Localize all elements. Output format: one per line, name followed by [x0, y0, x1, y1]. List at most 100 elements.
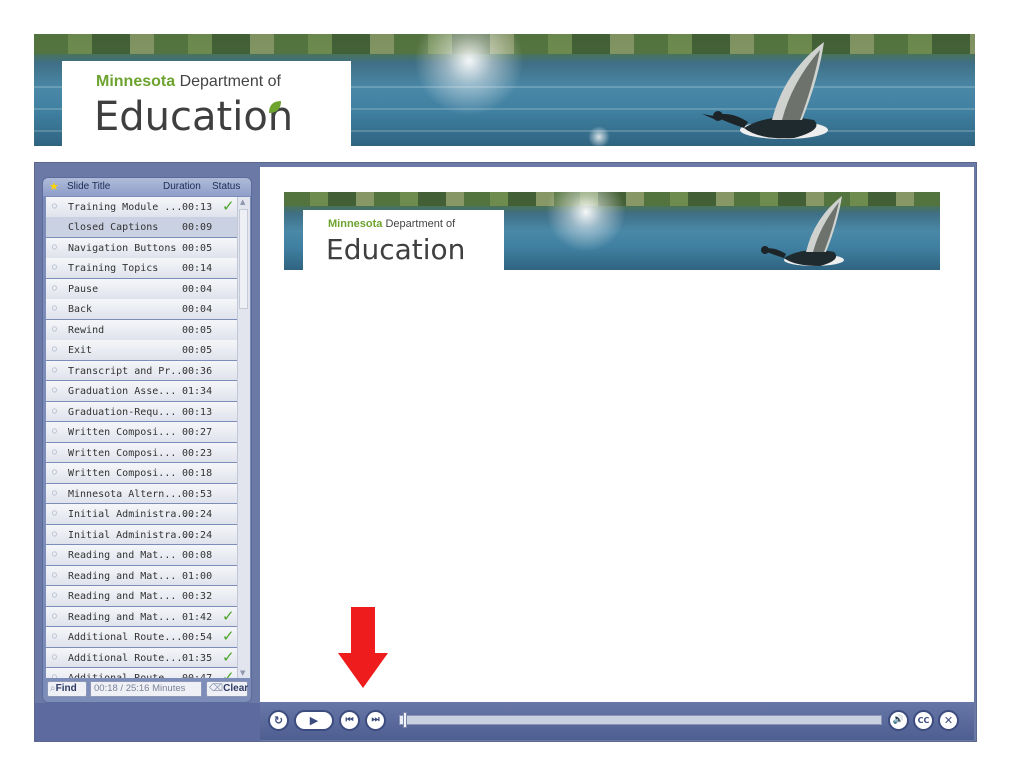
player-footer-left [35, 703, 260, 741]
slide-list-row[interactable]: ○ Reading and Mat... 01:42 ✓ [46, 606, 237, 627]
slide-title: Written Composi... [68, 427, 177, 439]
slide-duration: 00:09 [182, 222, 213, 234]
slide-list-row[interactable]: ○ Training Topics 00:14 [46, 258, 237, 279]
checkmark-icon: ✓ [222, 606, 235, 625]
bullet-icon: ○ [52, 569, 57, 579]
light-glint [588, 126, 610, 146]
slide-duration: 00:23 [182, 447, 213, 459]
bullet-icon: ○ [52, 303, 57, 313]
checkmark-icon: ✓ [222, 627, 235, 646]
close-icon[interactable]: ✕ [938, 710, 959, 731]
bullet-icon: ○ [52, 201, 57, 210]
checkmark-icon: ✓ [222, 197, 235, 215]
bullet-icon: ○ [52, 426, 57, 436]
slide-title: Initial Administra... [68, 509, 195, 521]
checkmark-icon: ✓ [222, 647, 235, 666]
slide-list-row[interactable]: ○ Additional Route...00:47 ✓ [46, 668, 237, 678]
find-button[interactable]: ⌕Find [47, 681, 87, 697]
slide-title: Back [68, 304, 93, 316]
slide-title: Graduation-Requ... [68, 406, 177, 418]
slide-duration: 00:24 [182, 509, 213, 521]
bullet-icon: ○ [52, 241, 57, 251]
slide-duration: 00:32 [182, 591, 213, 603]
slide-duration: 01:35 [182, 652, 213, 664]
bullet-icon: ○ [52, 549, 57, 559]
slide-title: Rewind [68, 324, 105, 336]
bullet-icon: ○ [52, 610, 57, 620]
column-status[interactable]: Status [212, 181, 240, 192]
slide-title: Minnesota Altern... [68, 488, 183, 500]
slide-duration: 00:08 [182, 550, 213, 562]
slide-list-row[interactable]: ○ Pause 00:04 [46, 278, 237, 299]
loon-bird-image [761, 196, 844, 266]
slide-list-row[interactable]: ○ Additional Route... 01:35 ✓ [46, 647, 237, 668]
red-down-arrow [338, 607, 388, 688]
bullet-icon: ○ [52, 323, 57, 333]
slide-duration: 00:54 [182, 632, 213, 644]
checkmark-icon: ✓ [222, 668, 235, 678]
next-slide-icon[interactable]: ⏭ [365, 710, 386, 731]
slide-list-row[interactable]: ○ Graduation-Requ... 00:13 [46, 401, 237, 422]
sun-glare [414, 34, 524, 116]
slide-list-row[interactable]: ○ Exit 00:05 [46, 340, 237, 360]
slide-duration: 00:24 [182, 529, 213, 541]
column-duration[interactable]: Duration [163, 181, 201, 192]
slide-list-row[interactable]: ○ Written Composi... 00:27 [46, 422, 237, 442]
slide-duration: 00:05 [182, 345, 213, 357]
slide-banner-image: Minnesota Department of Education [284, 192, 940, 270]
slide-title: Written Composi... [68, 447, 177, 459]
column-slide-title[interactable]: Slide Title [67, 181, 110, 192]
slide-duration: 01:34 [182, 386, 213, 398]
loon-bird-image [702, 42, 828, 139]
slide-list-row[interactable]: ○ Written Composi... 00:18 [46, 463, 237, 483]
slide-title: Additional Route... [68, 673, 182, 678]
slide-list-scrollbar[interactable]: ▲ ▼ [237, 197, 250, 678]
slide-duration: 00:13 [182, 202, 213, 213]
slide-list-row[interactable]: ○ Transcript and Pr... 00:36 [46, 360, 237, 381]
slide-list-footer: ⌕Find 00:18 / 25:16 Minutes ⌫Clear [47, 681, 248, 699]
slide-list-row[interactable]: ○ Navigation Buttons 00:05 [46, 237, 237, 258]
logo-department-text: Department of [179, 73, 281, 90]
logo-department-text: Department of [385, 218, 456, 230]
seek-handle[interactable] [402, 712, 407, 728]
slide-list-row[interactable]: ○ Training Module ... 00:13 ✓ [46, 197, 237, 217]
scroll-up-icon[interactable]: ▲ [240, 198, 245, 206]
slide-title: Reading and Mat... [68, 591, 177, 603]
bullet-icon: ○ [52, 651, 57, 661]
scrollbar-thumb[interactable] [239, 209, 248, 309]
slide-title: Graduation Asse... [68, 386, 177, 398]
previous-slide-icon[interactable]: ⏮ [339, 710, 360, 731]
replay-icon[interactable]: ↻ [268, 710, 289, 731]
slide-title: Transcript and Pr... [68, 365, 189, 377]
seek-bar[interactable] [399, 712, 882, 728]
closed-captions-button[interactable]: CC [913, 710, 934, 731]
slide-list-header: ★ Slide Title Duration Status [43, 178, 251, 196]
bullet-icon: ○ [52, 344, 57, 354]
slide-list-row[interactable]: ○ Reading and Mat... 01:00 [46, 565, 237, 586]
slide-list-row[interactable]: ○ Minnesota Altern... 00:53 [46, 483, 237, 504]
logo-state-name: Minnesota [328, 218, 383, 230]
playback-controls: ↻ ▶ ⏮ ⏭ 🔊 CC ✕ [260, 702, 974, 740]
slide-title: Closed Captions [68, 222, 159, 234]
slide-list-row[interactable]: ○ Graduation Asse... 01:34 [46, 381, 237, 401]
volume-icon[interactable]: 🔊 [888, 710, 909, 731]
slide-list-row[interactable]: ○ Initial Administra... 00:24 [46, 504, 237, 524]
slide-list-row[interactable]: ○ Rewind 00:05 [46, 319, 237, 340]
bullet-icon: ○ [52, 405, 57, 415]
slide-list-row[interactable]: ○ Written Composi... 00:23 [46, 442, 237, 463]
slide-list-panel: ★ Slide Title Duration Status ○ Training … [42, 177, 252, 703]
scroll-down-icon[interactable]: ▼ [240, 669, 245, 677]
slide-list-row[interactable]: ○ Reading and Mat... 00:32 [46, 586, 237, 606]
slide-list-row[interactable]: Closed Captions 00:09 [46, 217, 237, 238]
slide-list-row[interactable]: ○ Back 00:04 [46, 299, 237, 320]
play-button[interactable]: ▶ [294, 710, 334, 731]
slide-list-row[interactable]: ○ Initial Administra... 00:24 [46, 524, 237, 545]
slide-duration: 00:04 [182, 283, 213, 295]
slide-list-row[interactable]: ○ Additional Route... 00:54 ✓ [46, 627, 237, 647]
slide-list-row[interactable]: ○ Reading and Mat... 00:08 [46, 545, 237, 565]
slide-title: Training Topics [68, 263, 159, 275]
clear-button[interactable]: ⌫Clear [206, 681, 248, 697]
bullet-icon: ○ [52, 508, 57, 518]
slide-duration: 01:42 [182, 611, 213, 623]
slide-list: ○ Training Module ... 00:13 ✓ Closed Caption… [46, 197, 237, 678]
